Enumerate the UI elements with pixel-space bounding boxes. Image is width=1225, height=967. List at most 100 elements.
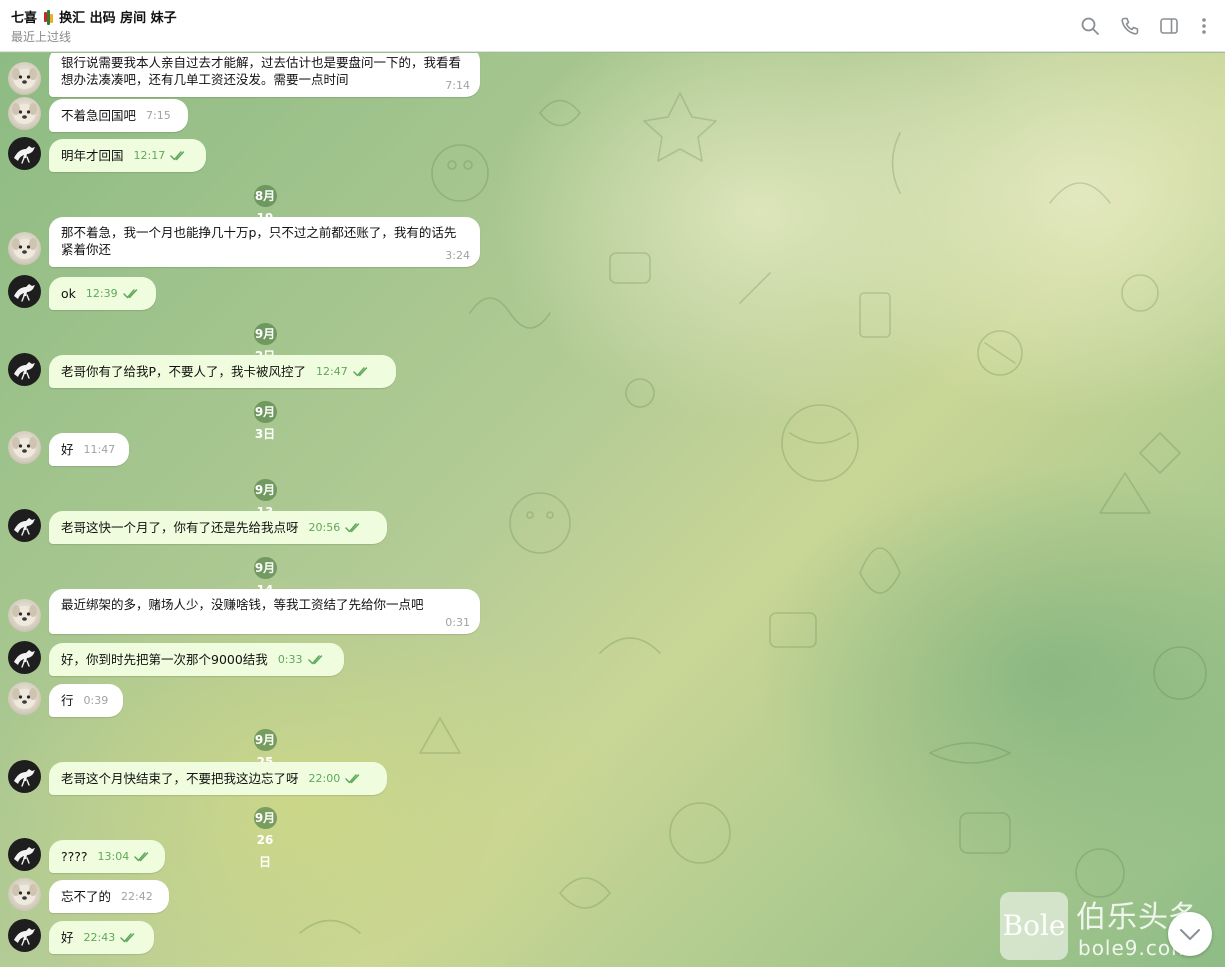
more-vertical-icon[interactable] [1194,16,1214,36]
contact-avatar[interactable] [8,599,41,632]
outgoing-message[interactable]: 明年才回国 12:17 [49,139,206,172]
message-text: 好 [61,930,74,945]
self-avatar[interactable] [8,838,41,871]
phone-icon[interactable] [1120,16,1140,36]
date-separator: 9月2日 [253,323,277,363]
message-time: 13:04 [98,848,152,865]
outgoing-message[interactable]: 老哥这个月快结束了，不要把我这边忘了呀 22:00 [49,762,387,795]
outgoing-message[interactable]: 老哥你有了给我P，不要人了，我卡被风控了 12:47 [49,355,396,388]
date-separator: 9月13日 [253,479,277,541]
message-text: 好 [61,442,74,457]
message-timestamp: 22:42 [121,890,153,903]
incoming-message[interactable]: 最近绑架的多，赌场人少，没赚啥钱，等我工资结了先给你一点吧 0:31 [49,589,480,634]
date-separator: 9月26日 [253,807,277,869]
message-list[interactable]: 银行说需要我本人亲自过去才能解，过去估计也是要盘问一下的，我看看想办法凑凑吧，还… [0,53,1225,967]
message-timestamp: 7:14 [445,79,470,92]
self-avatar[interactable] [8,137,41,170]
flag-emoji-icon [43,10,53,25]
message-text: 银行说需要我本人亲自过去才能解，过去估计也是要盘问一下的，我看看想办法凑凑吧，还… [61,55,462,87]
message-timestamp: 3:24 [445,249,470,262]
message-text: ???? [61,849,88,864]
double-check-icon [120,933,135,943]
message-time: 12:39 [86,285,140,302]
contact-avatar[interactable] [8,97,41,130]
message-timestamp: 7:15 [146,109,171,122]
incoming-message[interactable]: 行 0:39 [49,684,123,717]
double-check-icon [170,151,185,161]
message-timestamp: 11:47 [83,443,116,456]
incoming-message[interactable]: 忘不了的 22:42 [49,880,169,913]
incoming-message[interactable]: 银行说需要我本人亲自过去才能解，过去估计也是要盘问一下的，我看看想办法凑凑吧，还… [49,53,480,97]
message-time: 22:43 [84,929,138,946]
watermark-logo: Bole [1000,892,1068,960]
message-time: 22:00 [309,770,363,787]
message-time: 7:14 [445,77,470,94]
double-check-icon [122,289,137,299]
message-text: ok [61,286,76,301]
self-avatar[interactable] [8,919,41,952]
message-timestamp: 12:17 [133,149,166,162]
message-time: 22:42 [121,888,153,905]
double-check-icon [345,774,360,784]
message-timestamp: 13:04 [97,850,130,863]
contact-avatar[interactable] [8,682,41,715]
chevron-down-icon [1180,929,1200,940]
chat-title-tags: 换汇 出码 房间 妹子 [59,11,177,26]
message-time: 11:47 [84,441,116,458]
date-separator: 9月3日 [253,401,277,441]
date-separator: 9月14日 [253,557,277,619]
message-text: 不着急回国吧 [61,108,137,123]
chat-header[interactable]: 七喜 换汇 出码 房间 妹子 最近上过线 [0,0,1225,52]
sidebar-toggle-icon[interactable] [1159,16,1179,36]
message-timestamp: 20:56 [308,521,341,534]
message-time: 12:47 [316,363,370,380]
message-time: 0:39 [84,692,109,709]
double-check-icon [134,852,149,862]
incoming-message[interactable]: 那不着急，我一个月也能挣几十万p，只不过之前都还账了，我有的话先紧着你还 3:24 [49,217,480,267]
chat-title[interactable]: 七喜 换汇 出码 房间 妹子 [11,7,177,26]
outgoing-message[interactable]: 老哥这快一个月了，你有了还是先给我点呀 20:56 [49,511,387,544]
message-text: 忘不了的 [61,889,112,904]
message-timestamp: 0:31 [445,616,470,629]
contact-avatar[interactable] [8,232,41,265]
message-time: 12:17 [134,147,188,164]
self-avatar[interactable] [8,353,41,386]
self-avatar[interactable] [8,760,41,793]
self-avatar[interactable] [8,509,41,542]
date-separator: 8月19日 [253,185,277,247]
last-seen-status: 最近上过线 [11,30,72,44]
message-text: 最近绑架的多，赌场人少，没赚啥钱，等我工资结了先给你一点吧 [61,597,424,612]
message-timestamp: 22:43 [83,931,116,944]
double-check-icon [345,523,360,533]
message-timestamp: 22:00 [308,772,341,785]
message-timestamp: 0:39 [83,694,109,707]
date-separator: 9月25日 [253,729,277,791]
outgoing-message[interactable]: 好 22:43 [49,921,154,954]
outgoing-message[interactable]: ???? 13:04 [49,840,165,873]
double-check-icon [307,655,322,665]
message-time: 20:56 [309,519,363,536]
self-avatar[interactable] [8,641,41,674]
incoming-message[interactable]: 好 11:47 [49,433,129,466]
chat-title-name: 七喜 [11,11,38,26]
message-time: 0:33 [278,651,325,668]
message-text: 老哥你有了给我P，不要人了，我卡被风控了 [61,364,307,379]
message-text: 行 [61,693,74,708]
message-text: 老哥这快一个月了，你有了还是先给我点呀 [61,520,299,535]
contact-avatar[interactable] [8,878,41,911]
outgoing-message[interactable]: ok 12:39 [49,277,156,310]
scroll-to-bottom-button[interactable] [1168,912,1212,956]
double-check-icon [353,367,367,377]
contact-avatar[interactable] [8,62,41,95]
search-icon[interactable] [1080,16,1100,36]
self-avatar[interactable] [8,275,41,308]
message-time: 7:15 [146,107,171,124]
contact-avatar[interactable] [8,431,41,464]
message-time: 3:24 [445,247,470,264]
outgoing-message[interactable]: 好，你到时先把第一次那个9000结我 0:33 [49,643,344,676]
message-text: 明年才回国 [61,148,124,163]
incoming-message[interactable]: 不着急回国吧 7:15 [49,99,188,132]
message-timestamp: 12:47 [316,365,348,378]
message-timestamp: 12:39 [85,287,118,300]
message-timestamp: 0:33 [277,653,303,666]
